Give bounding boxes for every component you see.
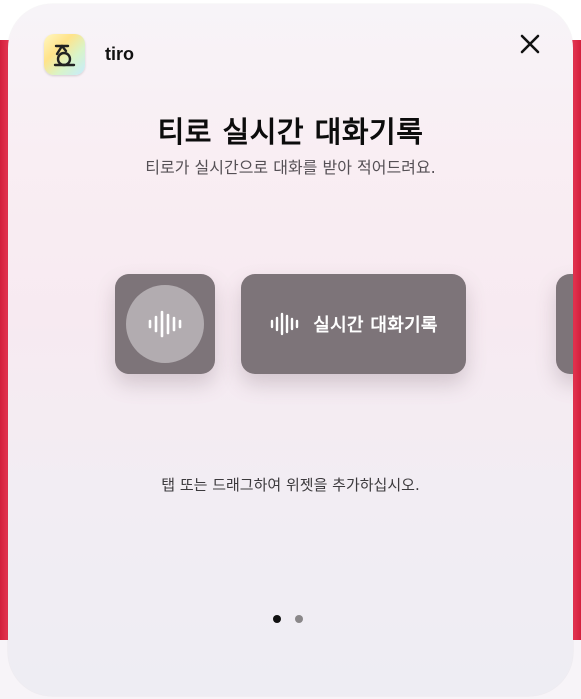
add-widget-hint: 탭 또는 드래그하여 위젯을 추가하십시오. — [161, 476, 420, 494]
tiro-logo-icon — [53, 44, 75, 66]
page-subtitle: 티로가 실시간으로 대화를 받아 적어드려요. — [145, 158, 436, 177]
page-dot-2[interactable] — [295, 615, 303, 623]
small-widget-preview[interactable] — [115, 274, 215, 374]
app-name: tiro — [105, 44, 134, 64]
next-widget-preview[interactable] — [556, 274, 573, 374]
widget-gallery-sheet: tiro 티로 실시간 대화기록 티로가 실시간으로 대화를 받아 적어드려요. — [8, 4, 573, 696]
tiro-app-icon — [44, 34, 85, 75]
page-title: 티로 실시간 대화기록 — [157, 115, 424, 149]
medium-widget-preview[interactable]: 실시간 대화기록 — [241, 274, 466, 374]
widget-record-circle — [126, 285, 204, 363]
page-dot-1[interactable] — [273, 615, 281, 623]
close-icon — [520, 34, 540, 54]
waveform-icon — [271, 312, 299, 336]
page-indicator — [273, 613, 313, 625]
close-button[interactable] — [514, 28, 546, 60]
waveform-icon — [148, 310, 182, 338]
widget-label: 실시간 대화기록 — [313, 315, 438, 336]
